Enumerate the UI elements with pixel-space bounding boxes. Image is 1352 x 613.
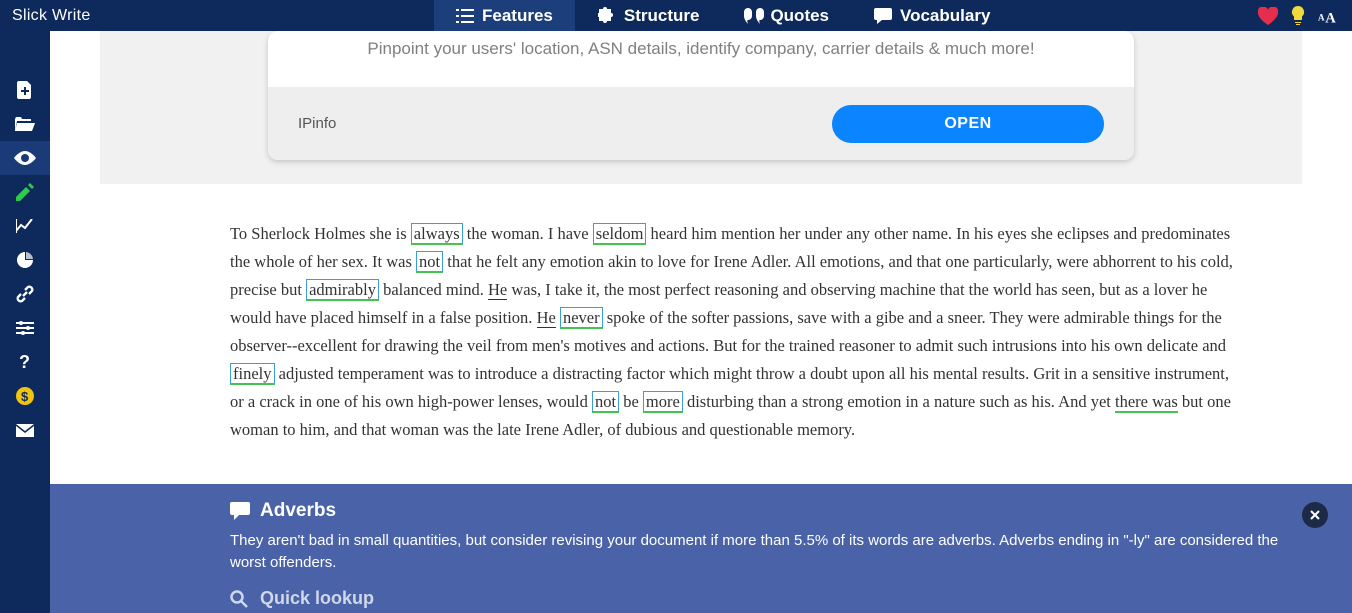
highlight-adverb[interactable]: admirably xyxy=(306,279,379,301)
app-logo: Slick Write xyxy=(0,7,434,25)
lightbulb-icon[interactable] xyxy=(1288,6,1308,26)
topnav: Features Structure Quotes Vocabulary xyxy=(434,0,1013,31)
tab-vocabulary[interactable]: Vocabulary xyxy=(852,0,1013,31)
settings-sliders-icon xyxy=(16,321,34,335)
close-button[interactable] xyxy=(1302,502,1328,528)
underline-pronoun[interactable]: He xyxy=(488,280,507,300)
close-icon xyxy=(1310,510,1320,520)
quick-lookup-label: Quick lookup xyxy=(260,588,374,609)
leftbar: ? $ xyxy=(0,31,50,613)
quick-lookup[interactable]: Quick lookup xyxy=(230,588,1304,609)
highlight-word[interactable]: more xyxy=(643,391,683,413)
comment-icon xyxy=(230,502,250,520)
svg-text:$: $ xyxy=(21,389,29,404)
sidebar-help[interactable]: ? xyxy=(0,345,50,379)
list-icon xyxy=(456,9,474,23)
sidebar-edit[interactable] xyxy=(0,175,50,209)
sidebar-settings[interactable] xyxy=(0,311,50,345)
tab-label: Features xyxy=(482,6,553,26)
sidebar-link[interactable] xyxy=(0,277,50,311)
tab-structure[interactable]: Structure xyxy=(576,0,723,31)
tab-features[interactable]: Features xyxy=(434,0,576,31)
text: balanced mind. xyxy=(379,280,488,299)
main: Pinpoint your users' location, ASN detai… xyxy=(50,31,1352,613)
quotes-icon xyxy=(744,8,762,24)
highlight-adverb[interactable]: finely xyxy=(230,363,275,385)
top-icons: AA xyxy=(1258,6,1352,26)
svg-text:A: A xyxy=(1318,12,1325,22)
info-panel: Adverbs They aren't bad in small quantit… xyxy=(50,484,1352,613)
topbar: Slick Write Features Structure Quotes Vo… xyxy=(0,0,1352,31)
pie-chart-icon xyxy=(17,252,33,268)
edit-pencil-icon xyxy=(16,183,34,201)
ad-container: Pinpoint your users' location, ASN detai… xyxy=(100,31,1302,184)
sidebar-new-file[interactable] xyxy=(0,73,50,107)
ad-open-button[interactable]: OPEN xyxy=(832,105,1104,143)
panel-body: They aren't bad in small quantities, but… xyxy=(230,530,1304,574)
open-folder-icon xyxy=(15,117,35,131)
link-icon xyxy=(16,285,34,303)
text: disturbing than a strong emotion in a na… xyxy=(683,392,1115,411)
highlight-adverb[interactable]: always xyxy=(411,223,463,245)
svg-text:?: ? xyxy=(19,353,30,371)
tab-label: Structure xyxy=(624,6,700,26)
highlight-adverb[interactable]: never xyxy=(560,307,603,329)
eye-icon xyxy=(14,151,36,165)
ad-brand: IPinfo xyxy=(298,115,832,132)
font-size-icon[interactable]: AA xyxy=(1318,6,1338,26)
sidebar-contact[interactable] xyxy=(0,413,50,447)
text: be xyxy=(619,392,643,411)
tab-label: Vocabulary xyxy=(900,6,990,26)
highlight-adverb[interactable]: seldom xyxy=(593,223,647,245)
chat-icon xyxy=(874,8,892,24)
highlight-word[interactable]: not xyxy=(416,251,443,273)
help-icon: ? xyxy=(18,353,32,371)
ad-footer: IPinfo OPEN xyxy=(268,87,1134,160)
svg-text:A: A xyxy=(1325,10,1336,24)
sidebar-view[interactable] xyxy=(0,141,50,175)
heart-icon[interactable] xyxy=(1258,6,1278,26)
sidebar-open[interactable] xyxy=(0,107,50,141)
new-file-icon xyxy=(17,81,33,99)
sidebar-stats[interactable] xyxy=(0,243,50,277)
coin-dollar-icon: $ xyxy=(16,387,34,405)
tab-label: Quotes xyxy=(770,6,829,26)
underline-pronoun[interactable]: He xyxy=(537,308,556,328)
highlight-word[interactable]: not xyxy=(592,391,619,413)
line-chart-icon xyxy=(16,219,34,233)
text: the woman. I have xyxy=(463,224,593,243)
mail-icon xyxy=(16,424,34,437)
tab-quotes[interactable]: Quotes xyxy=(722,0,852,31)
ad-tagline: Pinpoint your users' location, ASN detai… xyxy=(268,31,1134,87)
search-icon xyxy=(230,590,248,608)
ad-card: Pinpoint your users' location, ASN detai… xyxy=(268,31,1134,160)
underline-phrase[interactable]: there was xyxy=(1115,392,1178,413)
sidebar-flow[interactable] xyxy=(0,209,50,243)
panel-title: Adverbs xyxy=(260,500,336,522)
text: To Sherlock Holmes she is xyxy=(230,224,411,243)
panel-heading: Adverbs xyxy=(230,500,1304,522)
document-text[interactable]: To Sherlock Holmes she is always the wom… xyxy=(50,184,1352,504)
puzzle-icon xyxy=(598,7,616,25)
sidebar-donate[interactable]: $ xyxy=(0,379,50,413)
